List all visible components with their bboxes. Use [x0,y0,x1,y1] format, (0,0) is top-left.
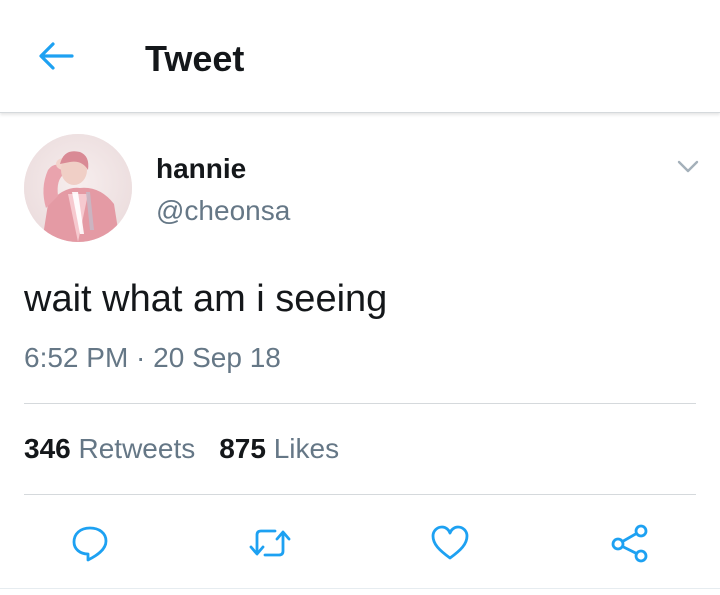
like-label: Likes [273,433,340,464]
page-title: Tweet [145,38,245,79]
retweet-count: 346 [24,433,71,464]
user-avatar [24,134,132,242]
like-count: 875 [219,433,266,464]
avatar[interactable] [24,134,132,242]
engagement-stats: 346 Retweets 875 Likes [24,430,339,468]
retweet-label: Retweets [78,433,196,464]
share-icon [611,524,648,563]
arrow-left-icon [39,42,74,70]
retweet-button[interactable] [246,520,294,566]
speech-bubble-icon [72,526,108,562]
display-name[interactable]: hannie [156,152,246,186]
chevron-down-icon [677,160,699,173]
reply-button[interactable] [66,520,114,566]
share-button[interactable] [606,520,654,566]
bottom-divider [0,588,720,589]
retweets-stat[interactable]: 346 Retweets [24,433,195,464]
user-handle[interactable]: @cheonsa [156,194,290,228]
timestamp-separator: · [128,342,154,373]
tweet-date: 20 Sep 18 [153,342,281,373]
top-app-bar: Tweet [0,0,720,113]
divider-bottom [24,494,696,495]
likes-stat[interactable]: 875 Likes [219,433,339,464]
heart-icon [431,525,469,560]
tweet-detail-screen: Tweet hannie @cheonsa wait what am i see… [0,0,720,595]
back-button[interactable] [30,36,82,76]
retweet-icon [249,529,291,557]
like-button[interactable] [426,520,474,566]
tweet-timestamp: 6:52 PM · 20 Sep 18 [24,340,281,376]
divider-top [24,403,696,404]
more-options-button[interactable] [672,150,704,182]
tweet-time: 6:52 PM [24,342,129,373]
tweet-text: wait what am i seeing [24,278,388,320]
